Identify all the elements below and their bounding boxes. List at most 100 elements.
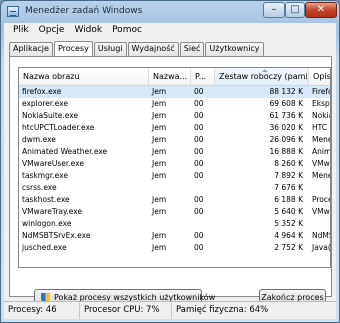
process-row[interactable]: NokiaSuite.exe Jem 00 61 736 K Nokia S xyxy=(19,110,330,122)
cell-cpu: 00 xyxy=(194,99,204,108)
task-manager-window: Menedżer zadań Windows – □ ✕ Plik Opcje … xyxy=(0,0,340,323)
cell-image-name: Animated Weather.exe xyxy=(22,147,108,156)
column-header-memory-label: Zestaw roboczy (pamięć) xyxy=(219,72,308,81)
tab-network[interactable]: Sieć xyxy=(179,42,205,56)
process-row[interactable]: VMwareUser.exe Jem 00 8 260 K VMwar xyxy=(19,158,330,170)
cell-user-name: Jem xyxy=(152,243,167,252)
cell-image-name: taskmgr.exe xyxy=(22,171,68,180)
minimize-button[interactable]: – xyxy=(263,2,285,18)
cell-cpu: 00 xyxy=(194,87,204,96)
process-list[interactable]: Nazwa obrazu Nazwa... P... Zestaw robocz… xyxy=(18,67,331,268)
process-row[interactable]: taskhost.exe Jem 00 6 188 K Proces xyxy=(19,194,330,206)
cell-user-name: Jem xyxy=(152,171,167,180)
column-header-user-name[interactable]: Nazwa... xyxy=(149,68,191,85)
cell-user-name: Jem xyxy=(152,159,167,168)
process-row[interactable]: csrss.exe 7 676 K xyxy=(19,182,330,194)
cell-user-name xyxy=(149,182,191,194)
process-row[interactable]: dwm.exe Jem 00 26 096 K Menedż xyxy=(19,134,330,146)
cell-user-name: Jem xyxy=(152,111,167,120)
client-area: Aplikacje Procesy Usługi Wydajność Sieć … xyxy=(4,37,336,306)
cell-image-name: VMwareUser.exe xyxy=(22,159,84,168)
cell-cpu: 00 xyxy=(194,207,204,216)
process-row[interactable]: taskmgr.exe Jem 00 7 892 K Menedż xyxy=(19,170,330,182)
tab-users[interactable]: Użytkownicy xyxy=(205,42,264,56)
status-cpu-usage: Procesor CPU: 7% xyxy=(80,302,172,319)
tab-services[interactable]: Usługi xyxy=(93,42,127,56)
cell-image-name: explorer.exe xyxy=(22,99,68,108)
cell-user-name: Jem xyxy=(152,147,167,156)
menu-view[interactable]: Widok xyxy=(69,25,107,35)
menu-bar: Plik Opcje Widok Pomoc xyxy=(4,23,336,37)
cell-image-name: dwm.exe xyxy=(22,135,56,144)
status-process-count: Procesy: 46 xyxy=(4,302,80,319)
status-physical-memory: Pamięć fizyczna: 64% xyxy=(176,305,269,315)
cell-cpu: 00 xyxy=(194,243,204,252)
cell-image-name: csrss.exe xyxy=(22,183,57,192)
cell-description: Java(TN xyxy=(312,243,331,252)
process-row[interactable]: firefox.exe Jem 00 88 132 K Firefox xyxy=(19,86,330,98)
process-list-header: Nazwa obrazu Nazwa... P... Zestaw robocz… xyxy=(19,68,330,86)
cell-description: Nokia S xyxy=(312,111,330,120)
tab-applications[interactable]: Aplikacje xyxy=(9,42,53,56)
cell-cpu xyxy=(191,218,215,230)
cell-memory: 2 752 K xyxy=(274,243,303,252)
cell-user-name: Jem xyxy=(152,123,167,132)
cell-description: Eksploi xyxy=(312,99,330,108)
cell-memory: 5 352 K xyxy=(274,219,303,228)
menu-file[interactable]: Plik xyxy=(8,25,34,35)
tab-performance[interactable]: Wydajność xyxy=(127,42,179,56)
cell-memory: 7 676 K xyxy=(274,183,303,192)
tab-processes[interactable]: Procesy xyxy=(53,41,93,57)
cell-memory: 7 892 K xyxy=(274,171,303,180)
processes-panel: Nazwa obrazu Nazwa... P... Zestaw robocz… xyxy=(9,56,332,306)
cell-image-name: NdMSBTSrvEx.exe xyxy=(22,231,91,240)
cell-cpu: 00 xyxy=(194,171,204,180)
cell-image-name: firefox.exe xyxy=(22,87,62,96)
cell-description: Animat xyxy=(312,147,331,156)
cell-memory: 6 188 K xyxy=(274,195,303,204)
cell-description: VMwar xyxy=(312,159,330,168)
cell-description: Firefox xyxy=(312,87,330,96)
process-row[interactable]: htcUPCTLoader.exe Jem 00 36 020 K HTC U xyxy=(19,122,330,134)
process-row[interactable]: NdMSBTSrvEx.exe Jem 00 4 964 K NdMSB xyxy=(19,230,330,242)
cell-image-name: NokiaSuite.exe xyxy=(22,111,79,120)
sort-arrow-icon xyxy=(261,69,268,72)
cell-cpu: 00 xyxy=(194,111,204,120)
cell-user-name: Jem xyxy=(152,99,167,108)
status-bar: Procesy: 46 Procesor CPU: 7% Pamięć fizy… xyxy=(4,301,336,319)
cell-memory: 61 736 K xyxy=(269,111,303,120)
cell-cpu: 00 xyxy=(194,231,204,240)
cell-cpu xyxy=(191,182,215,194)
column-header-description[interactable]: Opis xyxy=(309,68,330,85)
tab-strip: Aplikacje Procesy Usługi Wydajność Sieć … xyxy=(9,41,265,57)
cell-image-name: winlogon.exe xyxy=(22,219,72,228)
process-row[interactable]: winlogon.exe 5 352 K xyxy=(19,218,330,230)
maximize-button[interactable]: □ xyxy=(285,2,305,18)
cell-memory: 4 964 K xyxy=(274,231,303,240)
cell-description: VMwar xyxy=(312,207,330,216)
window-title: Menedżer zadań Windows xyxy=(25,6,143,16)
menu-options[interactable]: Opcje xyxy=(34,25,70,35)
cell-memory: 69 608 K xyxy=(269,99,303,108)
process-row[interactable]: explorer.exe Jem 00 69 608 K Eksploi xyxy=(19,98,330,110)
menu-help[interactable]: Pomoc xyxy=(107,25,147,35)
title-bar[interactable]: Menedżer zadań Windows – □ ✕ xyxy=(1,1,339,23)
column-header-cpu[interactable]: P... xyxy=(191,68,215,85)
task-manager-icon xyxy=(7,6,19,17)
cell-user-name xyxy=(149,218,191,230)
cell-memory: 16 888 K xyxy=(269,147,303,156)
process-row[interactable]: Animated Weather.exe Jem 00 16 888 K Animat xyxy=(19,146,330,158)
cell-user-name: Jem xyxy=(152,135,167,144)
close-button[interactable]: ✕ xyxy=(305,2,337,18)
column-header-image-name[interactable]: Nazwa obrazu xyxy=(19,68,149,85)
cell-memory: 5 640 K xyxy=(274,207,303,216)
cell-image-name: htcUPCTLoader.exe xyxy=(22,123,95,132)
cell-user-name: Jem xyxy=(152,231,167,240)
process-row[interactable]: VMwareTray.exe Jem 00 5 640 K VMwar xyxy=(19,206,330,218)
cell-cpu: 00 xyxy=(194,159,204,168)
cell-memory: 88 132 K xyxy=(269,87,303,96)
cell-user-name: Jem xyxy=(152,207,167,216)
column-header-memory[interactable]: Zestaw roboczy (pamięć) xyxy=(215,68,309,85)
cell-description: Menedż xyxy=(312,135,330,144)
process-row[interactable]: jusched.exe Jem 00 2 752 K Java(TN xyxy=(19,242,330,254)
